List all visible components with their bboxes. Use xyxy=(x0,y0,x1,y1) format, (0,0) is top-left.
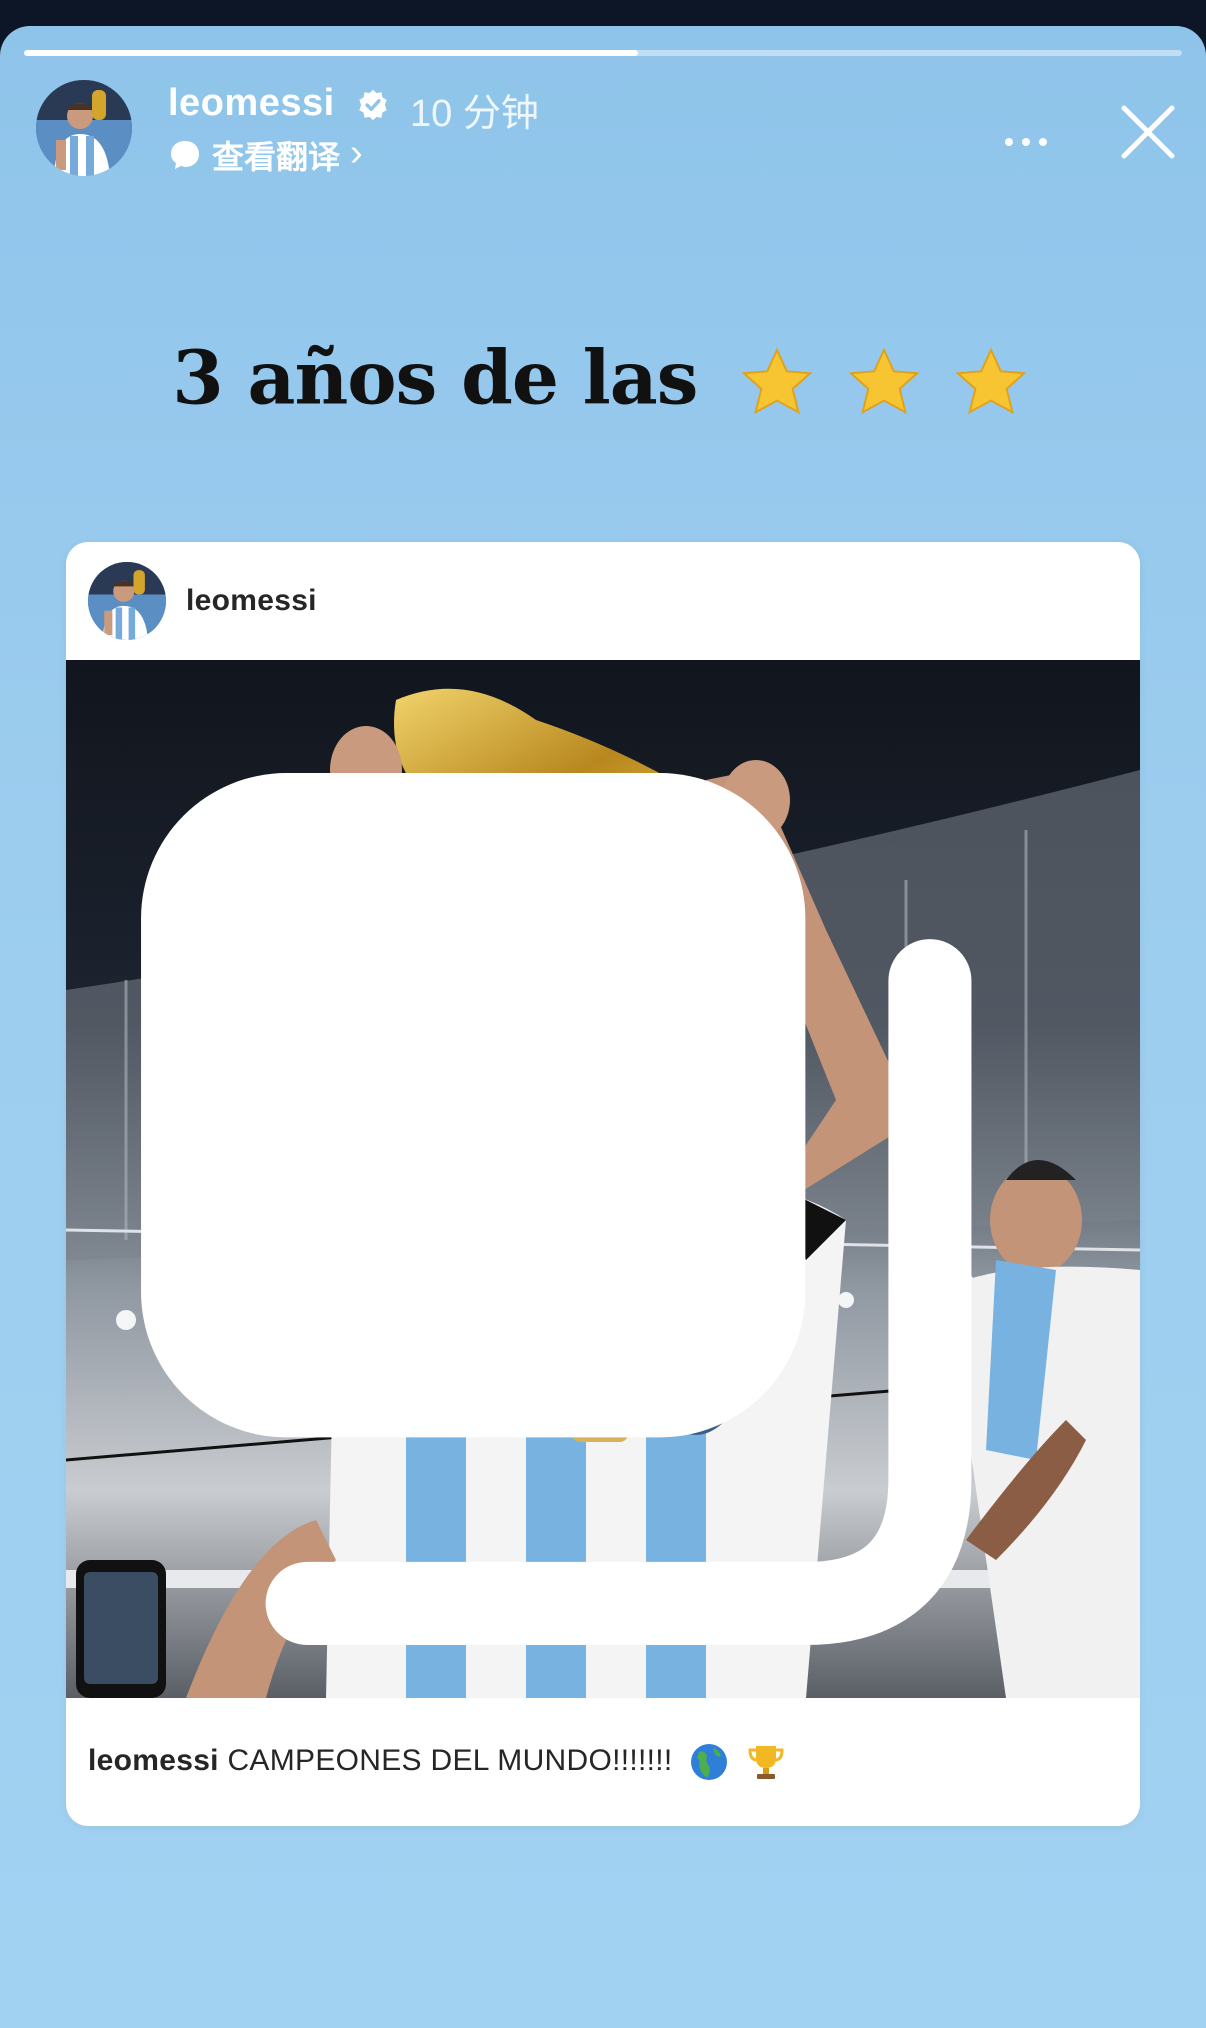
see-translation-label: 查看翻译 xyxy=(212,139,341,175)
caption-text: CAMPEONES DEL MUNDO!!!!!!! xyxy=(227,1743,673,1777)
star-icon xyxy=(955,347,1027,415)
story-time-ago: 10 分钟 xyxy=(410,93,539,135)
more-options-button[interactable] xyxy=(996,122,1056,162)
globe-americas-icon xyxy=(691,1744,728,1780)
trophy-icon xyxy=(748,1746,784,1779)
post-username[interactable]: leomessi xyxy=(186,584,317,618)
post-header: leomessi xyxy=(66,542,1140,660)
post-caption: leomessi CAMPEONES DEL MUNDO!!!!!!! xyxy=(88,1742,1118,1782)
star-icon xyxy=(741,347,813,415)
profile-avatar[interactable] xyxy=(36,80,132,176)
see-translation-link[interactable]: 查看翻译 › xyxy=(168,132,363,178)
more-dot-icon xyxy=(1005,138,1013,146)
post-photo[interactable] xyxy=(66,660,1140,1698)
headline-text: 3 años de las xyxy=(172,335,698,422)
shared-post-card[interactable]: leomessi leomessi CAMPEONES DEL MUNDO!!!… xyxy=(66,542,1140,1826)
story-headline: 3 años de las xyxy=(0,330,1206,422)
caption-username[interactable]: leomessi xyxy=(88,1744,219,1777)
more-dot-icon xyxy=(1022,138,1030,146)
verified-badge-icon xyxy=(359,89,387,121)
chevron-right-icon: › xyxy=(350,131,363,174)
close-icon[interactable] xyxy=(1110,94,1186,170)
story-progress-fill xyxy=(24,50,638,56)
story-viewer[interactable]: leomessi 10 分钟 查看翻译 › 3 años de las leom… xyxy=(0,26,1206,2028)
post-avatar[interactable] xyxy=(88,562,166,640)
star-icon xyxy=(848,347,920,415)
story-username[interactable]: leomessi xyxy=(168,82,335,125)
carousel-icon xyxy=(141,773,972,1645)
star-emoji-group xyxy=(738,335,1034,423)
speech-bubble-icon xyxy=(171,141,199,169)
more-dot-icon xyxy=(1039,138,1047,146)
story-progress-bar xyxy=(24,50,1182,56)
